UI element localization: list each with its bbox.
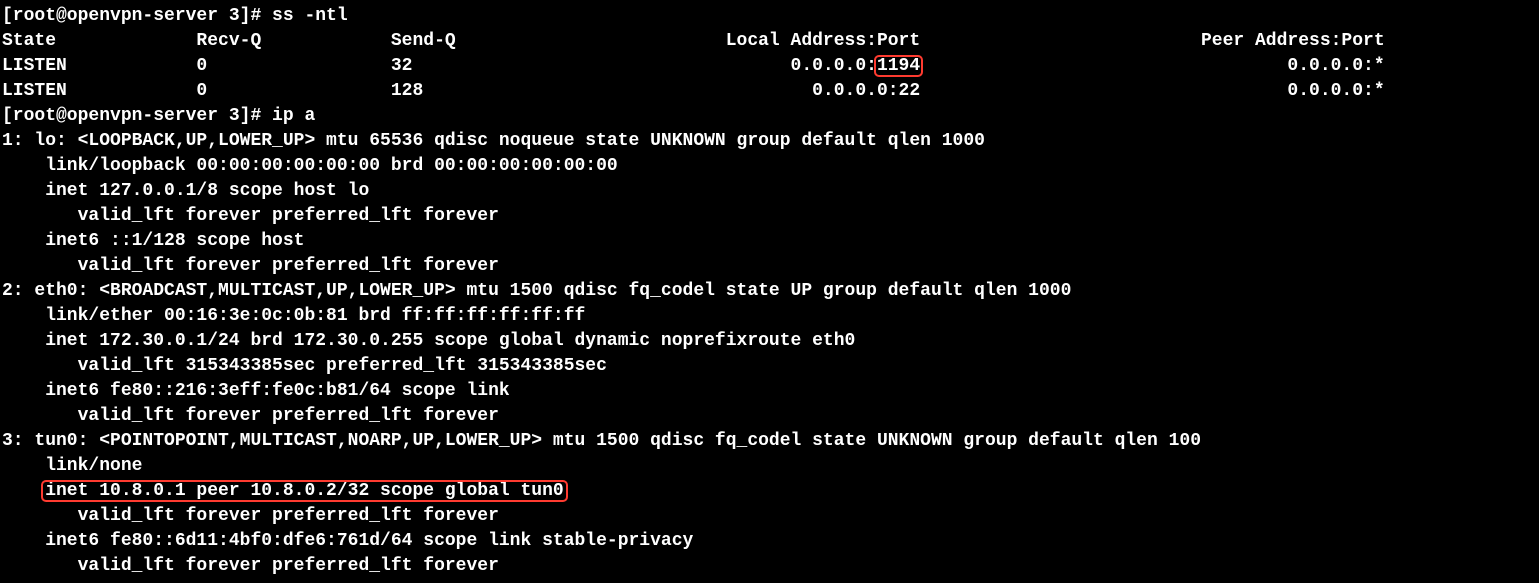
prompt: [root@openvpn-server 3]# (2, 106, 272, 126)
ss-row: LISTEN 0 32 0.0.0.0:1194 0.0.0.0:* (2, 56, 1385, 76)
ss-row: LISTEN 0 128 0.0.0.0:22 0.0.0.0:* (2, 81, 1385, 101)
ip-output: 1: lo: <LOOPBACK,UP,LOWER_UP> mtu 65536 … (2, 129, 1537, 579)
command-ss: ss -ntl (272, 6, 348, 26)
terminal-output[interactable]: [root@openvpn-server 3]# ss -ntl State R… (0, 0, 1539, 583)
command-ip: ip a (272, 106, 315, 126)
prompt: [root@openvpn-server 3]# (2, 6, 272, 26)
ss-header-row: State Recv-Q Send-Q Local Address:Port P… (2, 31, 1385, 51)
